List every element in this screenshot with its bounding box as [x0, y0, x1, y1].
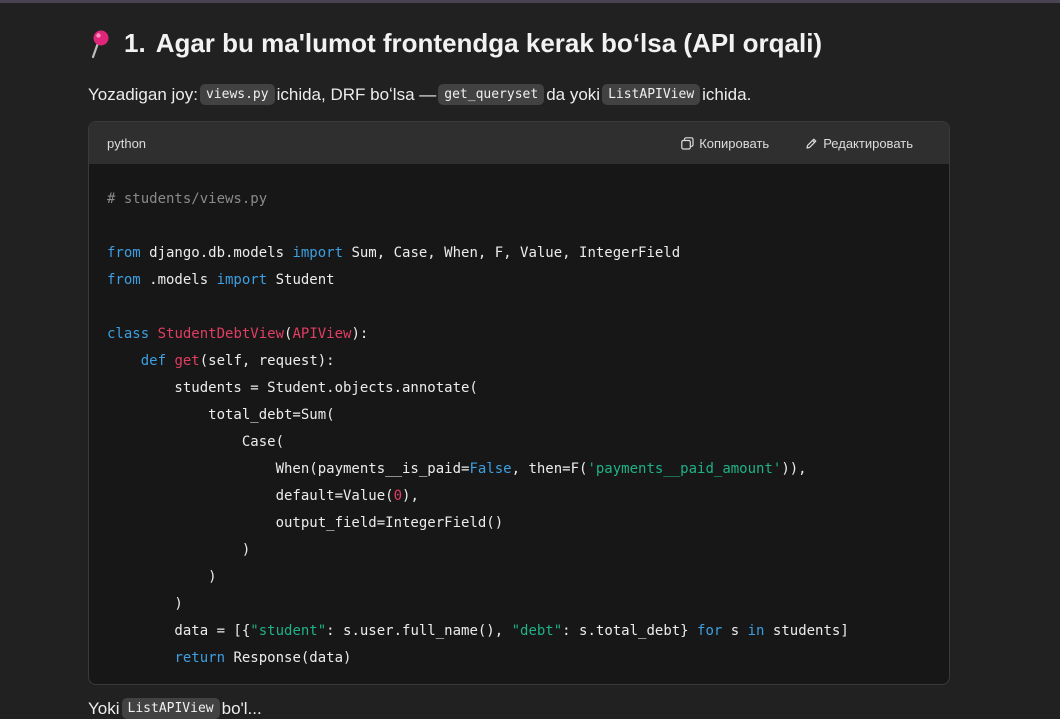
code-line: return Response(data) [174, 650, 352, 666]
code-line: from django.db.models import Sum, Case, … [107, 245, 681, 261]
bottom-suffix: bo'l... [221, 698, 262, 718]
code-line: # students/views.py [107, 191, 268, 207]
bottom-prefix: Yoki [88, 698, 120, 718]
code-line: class StudentDebtView(APIView): [107, 326, 369, 342]
heading-text: Agar bu ma'lumot frontendga kerak boʻlsa… [155, 28, 823, 58]
code-line: When(payments__is_paid=False, then=F('pa… [107, 461, 807, 477]
intro-prefix: Yozadigan joy: [88, 84, 198, 104]
copy-label: Копировать [699, 135, 770, 151]
code-line: total_debt=Sum( [107, 407, 335, 423]
code-header: python Копировать Редактировать [89, 122, 949, 164]
code-line: ) [107, 569, 217, 585]
copy-icon [681, 136, 694, 150]
pencil-icon [805, 137, 818, 150]
copy-button[interactable]: Копировать [681, 136, 769, 151]
bottom-paragraph: Yoki ListAPIView bo'l... [88, 698, 262, 719]
code-block: python Копировать Редактировать # studen… [88, 121, 950, 685]
code-content: # students/views.py from django.db.model… [89, 164, 949, 672]
inline-code-views: views.py [199, 84, 275, 105]
heading-number: 1. [124, 28, 146, 58]
intro-paragraph: Yozadigan joy: views.py ichida, DRF boʻl… [88, 84, 751, 105]
code-actions: Копировать Редактировать [681, 136, 913, 151]
intro-suffix: ichida. [702, 84, 752, 104]
code-line: output_field=IntegerField() [107, 515, 504, 531]
section-heading: 1. Agar bu ma'lumot frontendga kerak boʻ… [88, 28, 822, 59]
top-border [0, 0, 1060, 3]
intro-mid2: da yoki [546, 84, 601, 104]
edit-label: Редактировать [823, 135, 913, 151]
edit-button[interactable]: Редактировать [805, 136, 913, 151]
code-line: Case( [107, 434, 285, 450]
code-line: ) [107, 542, 251, 558]
pushpin-icon [88, 29, 114, 59]
inline-code-bottom: ListAPIView [121, 698, 220, 719]
code-line: ) [107, 596, 183, 612]
inline-code-get-queryset: get_queryset [438, 84, 545, 105]
inline-code-listapiview: ListAPIView [602, 84, 701, 105]
code-line: data = [{"student": s.user.full_name(), … [107, 623, 849, 639]
code-line: from .models import Student [107, 272, 335, 288]
code-line: def get(self, request): [140, 353, 335, 369]
code-language: python [107, 135, 147, 151]
code-line: students = Student.objects.annotate( [107, 380, 478, 396]
intro-mid1: ichida, DRF boʻlsa — [276, 84, 437, 104]
code-line: default=Value(0), [107, 488, 419, 504]
